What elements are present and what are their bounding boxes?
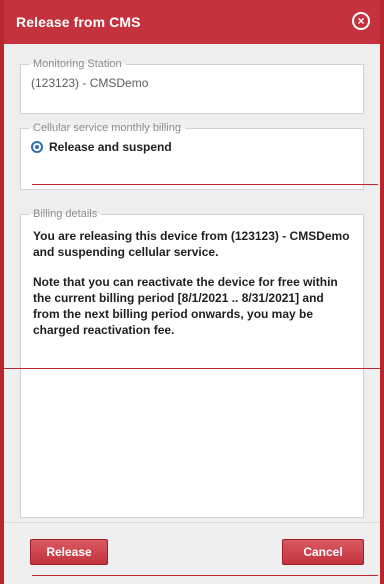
close-button[interactable]: × bbox=[352, 12, 370, 30]
accent-line bbox=[32, 184, 378, 185]
close-icon: × bbox=[357, 14, 365, 28]
billing-details-group: Billing details You are releasing this d… bbox=[20, 208, 364, 518]
release-and-suspend-label: Release and suspend bbox=[49, 140, 172, 154]
billing-paragraph-2: Note that you can reactivate the device … bbox=[33, 275, 338, 337]
cancel-button[interactable]: Cancel bbox=[282, 539, 364, 565]
monitoring-station-value: (123123) - CMSDemo bbox=[31, 76, 149, 90]
release-and-suspend-option[interactable]: Release and suspend bbox=[31, 140, 363, 154]
radio-selected-icon[interactable] bbox=[31, 141, 43, 153]
billing-paragraph-1: You are releasing this device from (1231… bbox=[33, 229, 350, 259]
release-dialog: Release from CMS × Monitoring Station (1… bbox=[0, 0, 384, 584]
cellular-billing-legend: Cellular service monthly billing bbox=[33, 122, 181, 134]
dialog-title: Release from CMS bbox=[16, 14, 141, 30]
billing-details-text: You are releasing this device from (1231… bbox=[33, 228, 353, 338]
accent-line bbox=[32, 575, 378, 576]
billing-details-legend: Billing details bbox=[33, 208, 98, 220]
dialog-titlebar: Release from CMS × bbox=[4, 0, 380, 44]
release-button[interactable]: Release bbox=[30, 539, 108, 565]
accent-line bbox=[4, 368, 380, 369]
monitoring-station-group: Monitoring Station (123123) - CMSDemo bbox=[20, 58, 364, 114]
cellular-billing-group: Cellular service monthly billing Release… bbox=[20, 122, 364, 190]
monitoring-station-legend: Monitoring Station bbox=[33, 58, 122, 70]
dialog-footer: Release Cancel bbox=[4, 522, 380, 584]
